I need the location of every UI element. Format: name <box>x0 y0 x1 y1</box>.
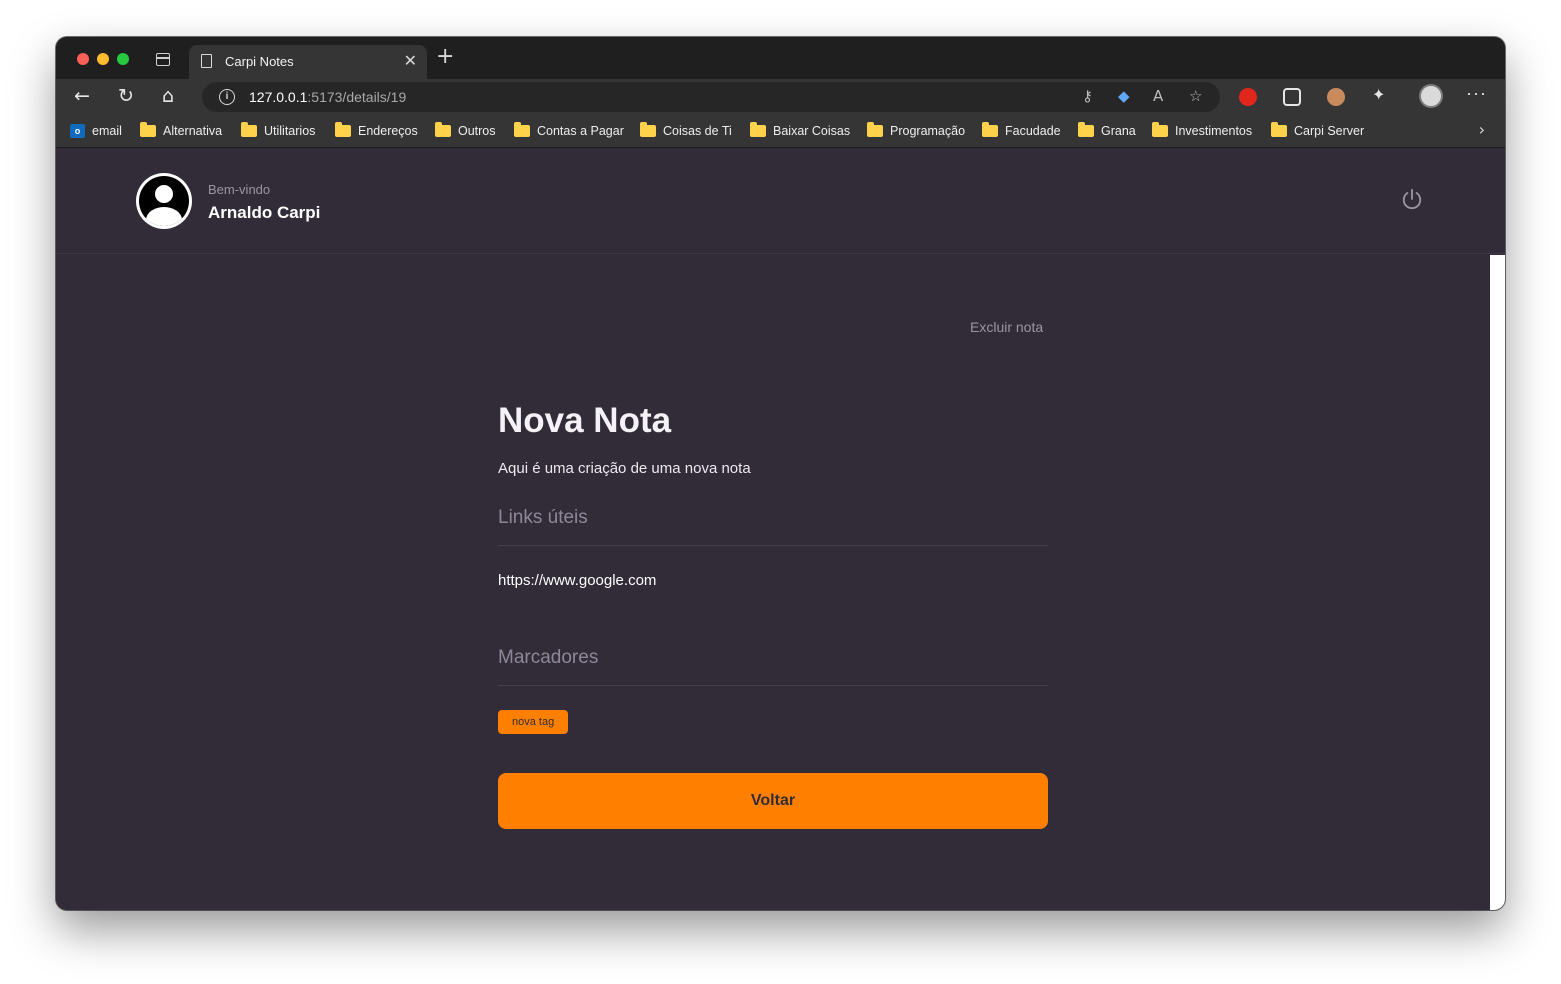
tab-strip: Carpi Notes ✕ + <box>56 37 1505 79</box>
bookmark-programacao[interactable]: Programação <box>867 122 965 140</box>
bookmark-carpi-server[interactable]: Carpi Server <box>1271 122 1364 140</box>
back-button[interactable]: Voltar <box>498 773 1048 829</box>
note-details: Excluir nota Nova Nota Aqui é uma criaçã… <box>56 255 1490 910</box>
folder-icon <box>982 122 998 137</box>
tag-icon[interactable]: ◆ <box>1118 87 1130 105</box>
folder-icon <box>1152 122 1168 137</box>
links-section-title: Links úteis <box>498 507 588 528</box>
read-aloud-icon[interactable]: A <box>1153 87 1163 105</box>
minimize-window-button[interactable] <box>97 53 109 65</box>
back-icon[interactable]: ← <box>74 85 90 107</box>
close-window-button[interactable] <box>77 53 89 65</box>
tab-actions-icon[interactable] <box>156 53 170 66</box>
bookmark-alternativa[interactable]: Alternativa <box>140 122 222 140</box>
folder-icon <box>435 122 451 137</box>
outlook-icon: o <box>70 124 85 138</box>
browser-window: Carpi Notes ✕ + ← ↻ ⌂ i 127.0.0.1:5173/d… <box>56 37 1505 910</box>
folder-icon <box>750 122 766 137</box>
tag-badge: nova tag <box>498 710 569 734</box>
scrollbar[interactable] <box>1490 255 1505 910</box>
favorites-icon[interactable]: ☆ <box>1189 87 1202 105</box>
bookmark-coisas-de-ti[interactable]: Coisas de Ti <box>640 122 732 140</box>
page-icon <box>201 54 212 68</box>
tags-section: Marcadores <box>498 647 1048 686</box>
reload-icon[interactable]: ↻ <box>118 85 134 107</box>
profile-avatar[interactable] <box>1419 84 1443 108</box>
folder-icon <box>1078 122 1094 137</box>
new-tab-icon[interactable]: + <box>436 46 454 68</box>
note-description: Aqui é uma criação de uma nova nota <box>498 460 751 477</box>
extensions-puzzle-icon[interactable]: ✦ <box>1372 85 1390 104</box>
info-icon[interactable]: i <box>219 89 235 105</box>
bookmark-facudade[interactable]: Facudade <box>982 122 1061 140</box>
folder-icon <box>335 122 351 137</box>
folder-icon <box>514 122 530 137</box>
avatar-placeholder-icon <box>139 176 189 226</box>
bookmarks-bar: o email Alternativa Utilitarios Endereços… <box>56 115 1505 148</box>
tab-title: Carpi Notes <box>225 54 294 69</box>
delete-note-link[interactable]: Excluir nota <box>970 319 1043 335</box>
key-icon[interactable]: ⚷ <box>1082 87 1093 105</box>
extension-box-icon[interactable] <box>1283 88 1301 106</box>
folder-icon <box>1271 122 1287 137</box>
folder-icon <box>241 122 257 137</box>
extension-owl-icon[interactable] <box>1327 88 1345 106</box>
bookmark-enderecos[interactable]: Endereços <box>335 122 418 140</box>
folder-icon <box>140 122 156 137</box>
links-section: Links úteis <box>498 507 1048 546</box>
tab-close-icon[interactable]: ✕ <box>404 51 417 70</box>
bookmark-baixar-coisas[interactable]: Baixar Coisas <box>750 122 850 140</box>
note-link[interactable]: https://www.google.com <box>498 572 656 589</box>
url-text[interactable]: 127.0.0.1:5173/details/19 <box>249 89 406 105</box>
tags-section-title: Marcadores <box>498 647 599 668</box>
browser-tab[interactable]: Carpi Notes ✕ <box>189 45 427 79</box>
power-icon[interactable] <box>1401 188 1423 210</box>
bookmark-contas-a-pagar[interactable]: Contas a Pagar <box>514 122 624 140</box>
welcome-text: Bem-vindo <box>208 182 271 197</box>
folder-icon <box>867 122 883 137</box>
user-avatar <box>136 173 192 229</box>
adblock-extension-icon[interactable] <box>1239 88 1257 106</box>
app-header: Bem-vindo Arnaldo Carpi <box>56 149 1505 254</box>
folder-icon <box>640 122 656 137</box>
note-title: Nova Nota <box>498 401 672 440</box>
bookmark-outros[interactable]: Outros <box>435 122 496 140</box>
chevron-right-icon[interactable]: › <box>1479 120 1485 139</box>
maximize-window-button[interactable] <box>117 53 129 65</box>
browser-toolbar: ← ↻ ⌂ i 127.0.0.1:5173/details/19 ⚷ ◆ A … <box>56 79 1505 115</box>
home-icon[interactable]: ⌂ <box>162 85 174 107</box>
bookmark-utilitarios[interactable]: Utilitarios <box>241 122 315 140</box>
more-menu-icon[interactable]: ··· <box>1466 83 1487 104</box>
bookmark-email[interactable]: o email <box>70 122 122 140</box>
bookmark-investimentos[interactable]: Investimentos <box>1152 122 1252 140</box>
bookmark-grana[interactable]: Grana <box>1078 122 1136 140</box>
user-name: Arnaldo Carpi <box>208 203 321 222</box>
address-bar[interactable]: i 127.0.0.1:5173/details/19 ⚷ ◆ A ☆ <box>202 82 1220 112</box>
